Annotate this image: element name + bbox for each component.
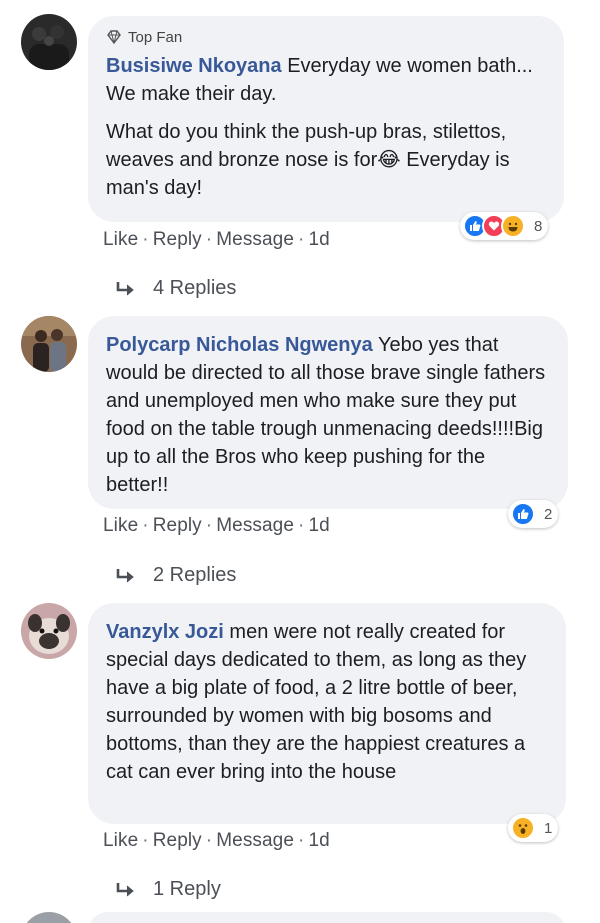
message-button[interactable]: Message: [216, 229, 294, 251]
reaction-count: 1: [544, 819, 553, 837]
view-replies-link[interactable]: 4 Replies: [115, 277, 236, 300]
comment-text: Polycarp Nicholas Ngwenya Yebo yes that …: [106, 331, 550, 499]
avatar[interactable]: [21, 14, 77, 70]
like-button[interactable]: Like: [103, 515, 138, 537]
separator: ·: [205, 229, 213, 250]
comment-body: Yebo yes that would be directed to all t…: [106, 334, 546, 496]
view-replies-link[interactable]: 2 Replies: [115, 564, 236, 587]
like-reaction-icon: [511, 502, 535, 526]
replies-label: 1 Reply: [153, 878, 221, 900]
reaction-count: 8: [534, 217, 543, 235]
reaction-summary[interactable]: 1: [508, 814, 559, 842]
author-name[interactable]: Busisiwe Nkoyana: [106, 55, 282, 77]
avatar[interactable]: [21, 316, 77, 372]
reply-button[interactable]: Reply: [153, 515, 202, 537]
view-replies-link[interactable]: 1 Reply: [115, 878, 221, 901]
reply-arrow-icon: [116, 882, 134, 896]
comment-body: men were not really created for special …: [106, 621, 527, 783]
timestamp[interactable]: 1d: [308, 229, 329, 251]
separator: ·: [298, 229, 305, 250]
wow-reaction-icon: [511, 816, 535, 840]
reply-arrow-icon: [116, 568, 134, 582]
reply-button[interactable]: Reply: [153, 830, 202, 852]
badge-label: Top Fan: [128, 28, 183, 46]
comment-text: Vanzylx Jozi men were not really created…: [106, 618, 548, 786]
separator: ·: [142, 229, 149, 250]
avatar[interactable]: [21, 603, 77, 659]
next-comment-bubble-partial: [88, 912, 566, 923]
comment-actions: Like · Reply · Message · 1d: [103, 830, 330, 852]
separator: ·: [298, 515, 305, 536]
comment-actions: Like · Reply · Message · 1d: [103, 229, 330, 251]
reaction-summary[interactable]: 8: [460, 212, 549, 240]
author-name[interactable]: Polycarp Nicholas Ngwenya: [106, 334, 373, 356]
author-name[interactable]: Vanzylx Jozi: [106, 621, 224, 643]
message-button[interactable]: Message: [216, 515, 294, 537]
comment-bubble: Top Fan Busisiwe Nkoyana Everyday we wom…: [88, 16, 564, 222]
comment-text: Busisiwe Nkoyana Everyday we women bath.…: [106, 52, 546, 108]
next-comment-avatar-partial: [21, 912, 77, 923]
like-button[interactable]: Like: [103, 229, 138, 251]
comment-bubble: Vanzylx Jozi men were not really created…: [88, 603, 566, 824]
separator: ·: [205, 515, 213, 536]
timestamp[interactable]: 1d: [308, 830, 329, 852]
haha-reaction-icon: [501, 214, 525, 238]
reply-arrow-icon: [116, 281, 134, 295]
separator: ·: [205, 830, 213, 851]
message-button[interactable]: Message: [216, 830, 294, 852]
comment-actions: Like · Reply · Message · 1d: [103, 515, 330, 537]
comment-bubble: Polycarp Nicholas Ngwenya Yebo yes that …: [88, 316, 568, 509]
replies-label: 4 Replies: [153, 277, 237, 299]
timestamp[interactable]: 1d: [308, 515, 329, 537]
comment-body-paragraph: What do you think the push-up bras, stil…: [106, 121, 510, 199]
like-button[interactable]: Like: [103, 830, 138, 852]
reaction-summary[interactable]: 2: [508, 500, 559, 528]
top-fan-badge: Top Fan: [106, 26, 546, 48]
separator: ·: [142, 515, 149, 536]
comments-thread: Top Fan Busisiwe Nkoyana Everyday we wom…: [0, 0, 600, 923]
separator: ·: [142, 830, 149, 851]
replies-label: 2 Replies: [153, 564, 237, 586]
reaction-count: 2: [544, 505, 553, 523]
separator: ·: [298, 830, 305, 851]
diamond-icon: [107, 30, 121, 44]
reply-button[interactable]: Reply: [153, 229, 202, 251]
